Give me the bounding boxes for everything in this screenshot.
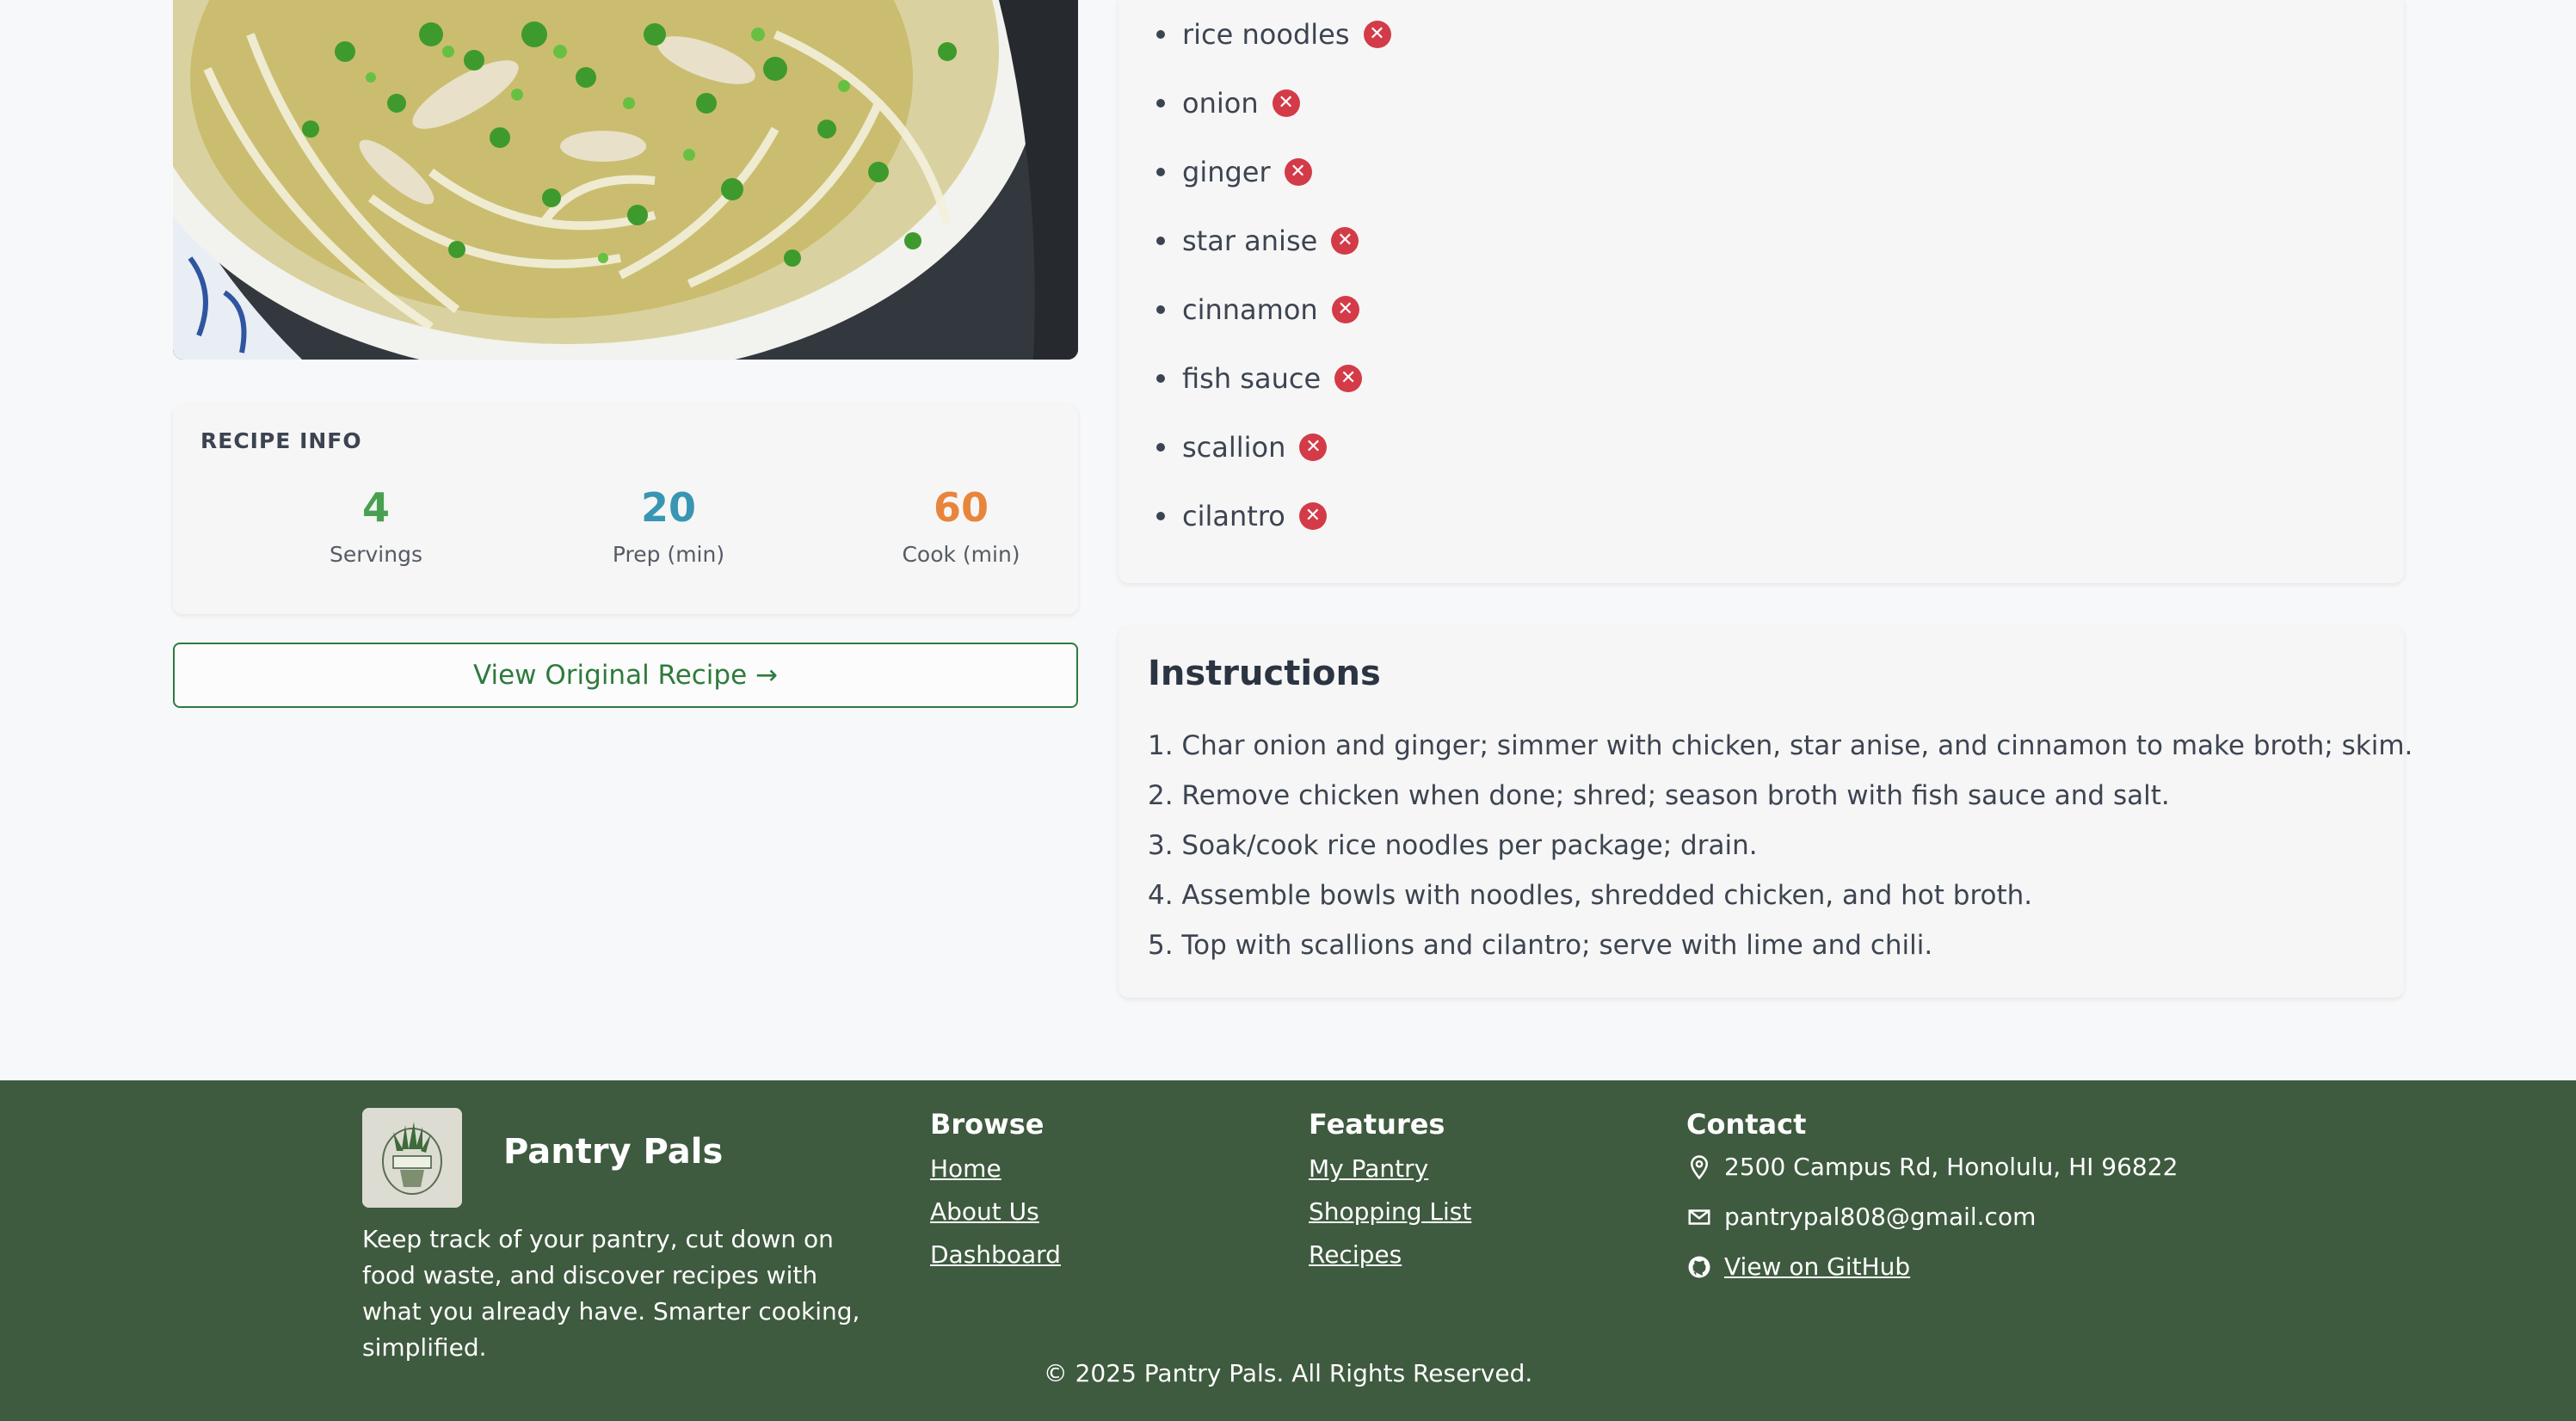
instructions-card: Instructions 1. Char onion and ginger; s…: [1119, 626, 2413, 998]
ingredient-name: fish sauce: [1182, 362, 1322, 395]
remove-ingredient-icon[interactable]: ✕: [1331, 296, 1359, 323]
remove-ingredient-icon[interactable]: ✕: [1298, 502, 1327, 530]
pantry-pals-logo[interactable]: [362, 1108, 462, 1208]
email-text: pantrypal808@gmail.com: [1724, 1203, 2037, 1231]
ingredient-item: star anise ✕: [1156, 206, 1391, 275]
envelope-icon: [1688, 1209, 1710, 1225]
instruction-step: 3. Soak/cook rice noodles per package; d…: [1148, 830, 1758, 861]
map-pin-icon: [1690, 1154, 1709, 1179]
ingredients-card: rice noodles ✕ onion ✕ ginger ✕ star anise ✕…: [1119, 0, 2404, 583]
instruction-step: 2. Remove chicken when done; shred; seas…: [1148, 780, 2170, 811]
browse-heading: Browse: [930, 1108, 1045, 1141]
ingredient-item: fish sauce ✕: [1156, 344, 1391, 413]
instruction-step: 1. Char onion and ginger; simmer with ch…: [1148, 730, 2413, 761]
instruction-list: 1. Char onion and ginger; simmer with ch…: [1148, 721, 2413, 970]
servings-value: 4: [361, 484, 390, 531]
remove-ingredient-icon[interactable]: ✕: [1299, 434, 1328, 461]
remove-ingredient-icon[interactable]: ✕: [1334, 365, 1363, 392]
recipe-info-card: RECIPE INFO 4 Servings 20 Prep (min) 60 …: [173, 404, 1078, 614]
features-heading: Features: [1309, 1108, 1445, 1141]
ingredient-item: cilantro ✕: [1156, 482, 1391, 551]
ingredient-name: ginger: [1182, 156, 1271, 188]
footer-link-shopping-list[interactable]: Shopping List: [1309, 1197, 1471, 1226]
ingredient-name: rice noodles: [1182, 18, 1350, 51]
cook-time-stat: 60 Cook (min): [832, 483, 1090, 567]
recipe-photo: [173, 0, 1078, 360]
remove-ingredient-icon[interactable]: ✕: [1272, 89, 1300, 117]
ingredient-item: onion ✕: [1156, 69, 1391, 138]
ingredient-item: rice noodles ✕: [1156, 0, 1391, 69]
footer-tagline: Keep track of your pantry, cut down on f…: [362, 1225, 860, 1362]
instructions-title: Instructions: [1148, 654, 1381, 693]
ingredient-name: star anise: [1182, 225, 1318, 257]
browse-links: Home About Us Dashboard: [930, 1154, 1061, 1283]
footer-brand: Pantry Pals: [503, 1132, 724, 1172]
footer-link-dashboard[interactable]: Dashboard: [930, 1240, 1061, 1269]
remove-ingredient-icon[interactable]: ✕: [1284, 158, 1312, 186]
prep-time-value: 20: [640, 484, 696, 531]
prep-time-label: Prep (min): [612, 542, 725, 567]
recipe-info-title: RECIPE INFO: [200, 428, 362, 453]
ingredient-name: scallion: [1182, 431, 1286, 464]
ingredient-item: scallion ✕: [1156, 413, 1391, 482]
remove-ingredient-icon[interactable]: ✕: [1331, 227, 1359, 255]
copyright-text: © 2025 Pantry Pals. All Rights Reserved.: [1043, 1359, 1533, 1387]
servings-stat: 4 Servings: [247, 483, 505, 567]
footer-link-home[interactable]: Home: [930, 1154, 1001, 1183]
remove-ingredient-icon[interactable]: ✕: [1363, 21, 1391, 48]
cook-time-label: Cook (min): [902, 542, 1020, 567]
view-original-recipe-button[interactable]: View Original Recipe →: [173, 643, 1078, 708]
features-links: My Pantry Shopping List Recipes: [1309, 1154, 1471, 1283]
servings-label: Servings: [329, 542, 422, 567]
github-icon: [1688, 1256, 1710, 1277]
cook-time-value: 60: [933, 484, 989, 531]
ingredient-name: onion: [1182, 87, 1259, 120]
contact-heading: Contact: [1686, 1108, 1807, 1141]
contact-github: View on GitHub: [1686, 1252, 1910, 1281]
contact-address: 2500 Campus Rd, Honolulu, HI 96822: [1686, 1153, 2178, 1181]
ingredient-item: ginger ✕: [1156, 138, 1391, 206]
ingredient-name: cilantro: [1182, 500, 1285, 532]
instruction-step: 4. Assemble bowls with noodles, shredded…: [1148, 880, 2033, 911]
instruction-step: 5. Top with scallions and cilantro; serv…: [1148, 930, 1933, 961]
site-footer: Pantry Pals Keep track of your pantry, c…: [0, 1080, 2576, 1421]
contact-email: pantrypal808@gmail.com: [1686, 1203, 2036, 1231]
ingredient-list: rice noodles ✕ onion ✕ ginger ✕ star anise ✕…: [1156, 0, 1391, 551]
address-text: 2500 Campus Rd, Honolulu, HI 96822: [1724, 1153, 2179, 1181]
footer-link-about-us[interactable]: About Us: [930, 1197, 1039, 1226]
prep-time-stat: 20 Prep (min): [539, 483, 798, 567]
footer-link-recipes[interactable]: Recipes: [1309, 1240, 1402, 1269]
ingredient-name: cinnamon: [1182, 293, 1318, 326]
github-link[interactable]: View on GitHub: [1724, 1252, 1910, 1281]
ingredient-item: cinnamon ✕: [1156, 275, 1391, 344]
footer-link-my-pantry[interactable]: My Pantry: [1309, 1154, 1428, 1183]
